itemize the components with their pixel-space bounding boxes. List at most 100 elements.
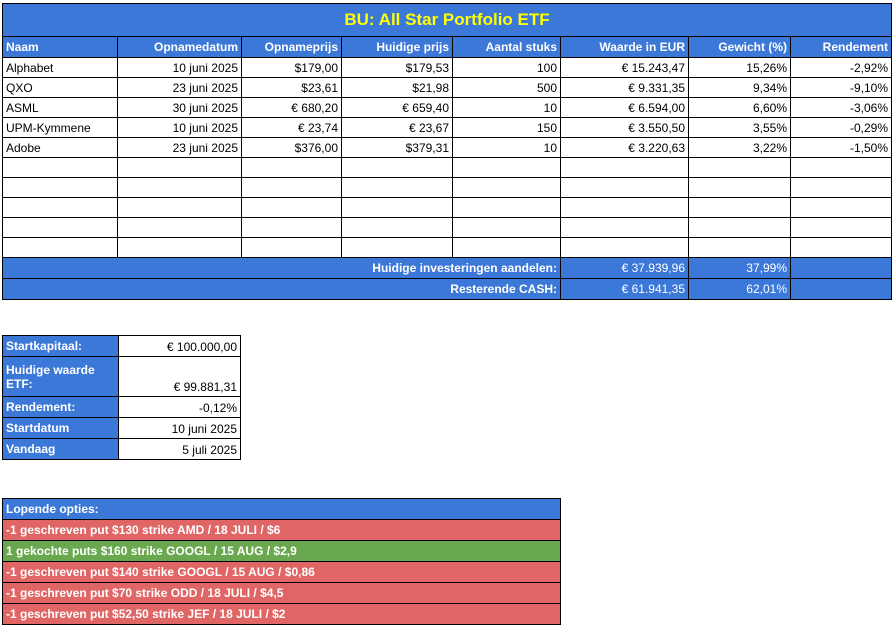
empty-cell[interactable]: [560, 177, 689, 198]
empty-cell[interactable]: [688, 177, 791, 198]
col-header-aantal-stuks[interactable]: Aantal stuks: [452, 36, 561, 58]
cell-opnameprijs[interactable]: € 680,20: [241, 97, 342, 118]
empty-cell[interactable]: [241, 217, 342, 238]
investment-total-weight[interactable]: 37,99%: [688, 257, 791, 279]
options-header[interactable]: Lopende opties:: [2, 498, 561, 520]
cell-datum[interactable]: 10 juni 2025: [117, 57, 242, 78]
empty-cell[interactable]: [341, 177, 453, 198]
empty-cell[interactable]: [117, 237, 242, 258]
cell-aantal[interactable]: 10: [452, 137, 561, 158]
col-header-gewicht[interactable]: Gewicht (%): [688, 36, 791, 58]
cell-aantal[interactable]: 500: [452, 77, 561, 98]
cell-naam[interactable]: Alphabet: [2, 57, 118, 78]
empty-cell[interactable]: [241, 197, 342, 218]
cell-gewicht[interactable]: 15,26%: [688, 57, 791, 78]
empty-cell[interactable]: [789, 257, 893, 279]
col-header-waarde-eur[interactable]: Waarde in EUR: [560, 36, 689, 58]
col-header-opnameprijs[interactable]: Opnameprijs: [241, 36, 342, 58]
portfolio-title[interactable]: BU: All Star Portfolio ETF: [1, 3, 893, 37]
empty-cell[interactable]: [117, 157, 242, 178]
cell-opnameprijs[interactable]: € 23,74: [241, 117, 342, 138]
empty-cell[interactable]: [2, 237, 118, 258]
vandaag-value[interactable]: 5 juli 2025: [118, 438, 241, 460]
cell-opnameprijs[interactable]: $376,00: [241, 137, 342, 158]
cell-naam[interactable]: UPM-Kymmene: [2, 117, 118, 138]
empty-cell[interactable]: [341, 217, 453, 238]
empty-cell[interactable]: [452, 197, 561, 218]
empty-cell[interactable]: [117, 197, 242, 218]
empty-cell[interactable]: [789, 157, 893, 178]
cell-rendement[interactable]: -0,29%: [789, 117, 893, 138]
option-item[interactable]: -1 geschreven put $52,50 strike JEF / 18…: [2, 603, 561, 625]
empty-cell[interactable]: [452, 217, 561, 238]
cell-huidige-prijs[interactable]: $379,31: [341, 137, 453, 158]
startdatum-value[interactable]: 10 juni 2025: [118, 417, 241, 439]
cell-rendement[interactable]: -2,92%: [789, 57, 893, 78]
cell-huidige-prijs[interactable]: $21,98: [341, 77, 453, 98]
cell-datum[interactable]: 23 juni 2025: [117, 137, 242, 158]
empty-cell[interactable]: [789, 278, 893, 300]
empty-cell[interactable]: [789, 217, 893, 238]
cell-huidige-prijs[interactable]: € 659,40: [341, 97, 453, 118]
cash-weight[interactable]: 62,01%: [688, 278, 791, 300]
cell-aantal[interactable]: 150: [452, 117, 561, 138]
startdatum-label[interactable]: Startdatum: [2, 417, 119, 439]
empty-cell[interactable]: [789, 177, 893, 198]
option-item[interactable]: -1 geschreven put $70 strike ODD / 18 JU…: [2, 582, 561, 604]
cell-opnameprijs[interactable]: $23,61: [241, 77, 342, 98]
cell-datum[interactable]: 23 juni 2025: [117, 77, 242, 98]
cell-huidige-prijs[interactable]: € 23,67: [341, 117, 453, 138]
cell-naam[interactable]: Adobe: [2, 137, 118, 158]
cell-rendement[interactable]: -3,06%: [789, 97, 893, 118]
cell-waarde[interactable]: € 3.220,63: [560, 137, 689, 158]
huidige-waarde-label[interactable]: Huidige waarde ETF:: [2, 356, 119, 397]
empty-cell[interactable]: [789, 197, 893, 218]
cell-gewicht[interactable]: 3,22%: [688, 137, 791, 158]
cash-label[interactable]: Resterende CASH:: [2, 278, 561, 300]
empty-cell[interactable]: [341, 157, 453, 178]
empty-cell[interactable]: [241, 237, 342, 258]
cell-gewicht[interactable]: 3,55%: [688, 117, 791, 138]
huidige-waarde-value[interactable]: € 99.881,31: [118, 356, 241, 397]
empty-cell[interactable]: [688, 237, 791, 258]
startkapitaal-value[interactable]: € 100.000,00: [118, 335, 241, 357]
cell-datum[interactable]: 30 juni 2025: [117, 97, 242, 118]
cell-rendement[interactable]: -9,10%: [789, 77, 893, 98]
empty-cell[interactable]: [117, 177, 242, 198]
empty-cell[interactable]: [2, 157, 118, 178]
col-header-naam[interactable]: Naam: [2, 36, 118, 58]
option-item[interactable]: 1 gekochte puts $160 strike GOOGL / 15 A…: [2, 540, 561, 562]
cell-naam[interactable]: ASML: [2, 97, 118, 118]
empty-cell[interactable]: [341, 197, 453, 218]
cell-gewicht[interactable]: 6,60%: [688, 97, 791, 118]
cell-aantal[interactable]: 100: [452, 57, 561, 78]
col-header-huidige-prijs[interactable]: Huidige prijs: [341, 36, 453, 58]
empty-cell[interactable]: [2, 177, 118, 198]
cell-datum[interactable]: 10 juni 2025: [117, 117, 242, 138]
vandaag-label[interactable]: Vandaag: [2, 438, 119, 460]
empty-cell[interactable]: [560, 157, 689, 178]
rendement-label[interactable]: Rendement:: [2, 396, 119, 418]
col-header-rendement[interactable]: Rendement: [789, 36, 893, 58]
empty-cell[interactable]: [688, 217, 791, 238]
empty-cell[interactable]: [452, 237, 561, 258]
col-header-opnamedatum[interactable]: Opnamedatum: [117, 36, 242, 58]
cell-waarde[interactable]: € 6.594,00: [560, 97, 689, 118]
empty-cell[interactable]: [560, 237, 689, 258]
empty-cell[interactable]: [241, 177, 342, 198]
startkapitaal-label[interactable]: Startkapitaal:: [2, 335, 119, 357]
cell-waarde[interactable]: € 9.331,35: [560, 77, 689, 98]
empty-cell[interactable]: [452, 177, 561, 198]
empty-cell[interactable]: [789, 237, 893, 258]
empty-cell[interactable]: [452, 157, 561, 178]
cell-waarde[interactable]: € 3.550,50: [560, 117, 689, 138]
rendement-value[interactable]: -0,12%: [118, 396, 241, 418]
investment-total-value[interactable]: € 37.939,96: [560, 257, 689, 279]
cell-waarde[interactable]: € 15.243,47: [560, 57, 689, 78]
empty-cell[interactable]: [688, 157, 791, 178]
investment-total-label[interactable]: Huidige investeringen aandelen:: [2, 257, 561, 279]
empty-cell[interactable]: [2, 217, 118, 238]
empty-cell[interactable]: [560, 217, 689, 238]
empty-cell[interactable]: [241, 157, 342, 178]
cash-value[interactable]: € 61.941,35: [560, 278, 689, 300]
